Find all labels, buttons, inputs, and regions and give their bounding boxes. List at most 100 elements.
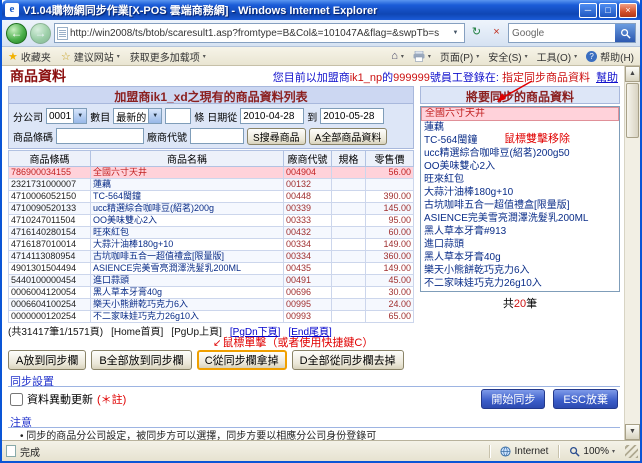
cell-name: TC-564閩鐘: [90, 190, 284, 203]
print-button[interactable]: ▾: [413, 50, 431, 62]
sync-list-item[interactable]: ASIENCE完美雪亮潤澤洗髮乳200ML: [421, 212, 619, 225]
all-products-button[interactable]: A全部商品資料: [308, 127, 388, 145]
cell-vendor: 00491: [283, 274, 332, 287]
table-row[interactable]: 4901301504494 ASIENCE完美雪亮潤澤洗髮乳200ML 00435 1…: [8, 262, 414, 275]
table-row[interactable]: 4710090520133 ucc精選綜合咖啡豆(紹茗)200g 00339 145.…: [8, 202, 414, 215]
resize-grip[interactable]: [625, 444, 638, 458]
scroll-up-button[interactable]: ▲: [625, 66, 640, 82]
title-bar[interactable]: e V1.04購物網同步作業[X-POS 雲端商務網] - Windows In…: [2, 0, 640, 20]
cell-vendor: 00339: [283, 202, 332, 215]
date-to-input[interactable]: [320, 108, 385, 124]
left-panel: 加盟商ik1_xd之現有的商品資料列表 分公司 0001 ▼ 數目 最新的 ▼ …: [8, 86, 414, 370]
search-input[interactable]: [509, 27, 615, 39]
cell-barcode: 786900034155: [8, 166, 91, 179]
url-input[interactable]: [70, 27, 447, 39]
vendor-input[interactable]: [190, 128, 244, 144]
table-row[interactable]: 4716187010014 大蒜汁油棒180g+10 00334 149.00: [8, 238, 414, 251]
sync-list-item[interactable]: 樂天小熊餅乾巧克力6入: [421, 264, 619, 277]
star-outline-icon: ☆: [60, 50, 71, 63]
help-menu[interactable]: ? 帮助(H): [586, 49, 634, 64]
sync-list-item[interactable]: 旺來紅包: [421, 173, 619, 186]
close-button[interactable]: ×: [619, 2, 637, 18]
cell-barcode: 4710006052150: [8, 190, 91, 203]
table-row[interactable]: 0000000120254 不二家味娃巧克力26g10入 00993 65.00: [8, 310, 414, 323]
help-link[interactable]: 幫助: [596, 72, 618, 84]
suggested-sites-button[interactable]: ☆ 建议网站 ▾: [61, 49, 120, 64]
branch-select[interactable]: 0001 ▼: [46, 108, 88, 124]
address-dropdown-icon[interactable]: ▼: [449, 30, 462, 36]
page-nav-item: [PgUp上頁]: [171, 326, 222, 338]
sync-list-item[interactable]: 進口蒜頭: [421, 238, 619, 251]
chevron-down-icon: ▼: [148, 109, 162, 123]
addons-button[interactable]: 获取更多加载项 ▾: [130, 49, 206, 64]
right-panel: 將要同步的商品資料 全國六寸天井 蓮藕 TC-564閩鐘 ucc精選綜合咖啡豆(紹茗)…: [420, 86, 620, 311]
refresh-button[interactable]: ↻: [468, 23, 485, 43]
ie-icon: e: [5, 3, 19, 17]
cell-name: OO美味雙心2入: [90, 214, 284, 227]
sync-list-title: 將要同步的商品資料: [420, 86, 620, 104]
cell-spec: [331, 166, 366, 179]
barcode-input[interactable]: [56, 128, 144, 144]
sync-list-item[interactable]: OO美味雙心2入: [421, 160, 619, 173]
table-row[interactable]: 4714113080954 古坑咖啡五合一超值禮盒[限量版] 00334 360.00: [8, 250, 414, 263]
safety-menu[interactable]: 安全(S) ▾: [488, 49, 527, 64]
sync-list-item[interactable]: 大蒜汁油棒180g+10: [421, 186, 619, 199]
table-row[interactable]: 4710006052150 TC-564閩鐘 00448 390.00: [8, 190, 414, 203]
chevron-down-icon: ▾: [476, 53, 480, 60]
product-list-title: 加盟商ik1_xd之現有的商品資料列表: [8, 86, 414, 104]
cell-price: [365, 178, 414, 191]
action-button-d[interactable]: D全部從同步欄去掉: [291, 350, 404, 370]
sync-list-item[interactable]: 不二家味娃巧克力26g10入: [421, 277, 619, 290]
date-from-input[interactable]: [240, 108, 305, 124]
sync-list-item[interactable]: 黑人草本牙膏40g: [421, 251, 619, 264]
count-select[interactable]: 最新的 ▼: [113, 108, 163, 124]
scroll-thumb[interactable]: [626, 83, 639, 138]
action-button-c[interactable]: C從同步欄拿掉: [196, 350, 287, 370]
data-update-checkbox[interactable]: [10, 392, 23, 406]
sync-list-item[interactable]: ucc精選綜合咖啡豆(紹茗)200g50: [421, 147, 619, 160]
page-menu[interactable]: 页面(P) ▾: [440, 49, 479, 64]
favorites-button[interactable]: ★ 收藏夹: [8, 49, 51, 64]
table-row[interactable]: 4710247011504 OO美味雙心2入 00333 95.00: [8, 214, 414, 227]
minimize-button[interactable]: ─: [579, 2, 597, 18]
page-nav-link[interactable]: [End尾頁]: [288, 323, 331, 338]
table-row[interactable]: 786900034155 全國六寸天井 004904 56.00: [8, 166, 414, 179]
action-button-a[interactable]: A放到同步欄: [8, 350, 87, 370]
content-area: 商品資料 您目前以加盟商ik1_np的999999號員工登錄在: 指定同步商品資…: [2, 66, 640, 440]
search-products-button[interactable]: S搜尋商品: [247, 127, 306, 145]
table-row[interactable]: 2321731000007 蓮藕 00132: [8, 178, 414, 191]
tools-menu[interactable]: 工具(O) ▾: [537, 49, 577, 64]
sync-list-item[interactable]: 古坑咖啡五合一超值禮盒[限量版]: [421, 199, 619, 212]
addons-label: 获取更多加载项: [129, 52, 200, 64]
scroll-down-button[interactable]: ▼: [625, 424, 640, 440]
sync-list-item[interactable]: 全國六寸天井: [421, 107, 619, 121]
stop-button[interactable]: ×: [488, 23, 505, 43]
zoom-control[interactable]: 100% ▾: [563, 446, 621, 457]
action-button-b[interactable]: B全部放到同步欄: [91, 350, 192, 370]
table-row[interactable]: 0006604100254 樂天小熊餅乾巧克力6入 00995 24.00: [8, 298, 414, 311]
chevron-down-icon: ▾: [427, 53, 431, 60]
table-row[interactable]: 4716140280154 旺來紅包 00432 60.00: [8, 226, 414, 239]
cell-vendor: 00333: [283, 214, 332, 227]
table-row[interactable]: 5440100000454 進口蒜頭 00491 45.00: [8, 274, 414, 287]
branch-value: 0001: [49, 110, 72, 122]
date-to-label: 到: [307, 112, 318, 124]
count-input[interactable]: [165, 108, 192, 124]
start-sync-button[interactable]: 開始同步: [481, 389, 546, 409]
back-button[interactable]: ←: [6, 22, 27, 44]
barcode-label: 商品條碼: [13, 132, 53, 144]
sync-list-item[interactable]: 黑人草本牙膏#913: [421, 225, 619, 238]
help-icon: ?: [586, 50, 598, 62]
vertical-scrollbar[interactable]: ▲ ▼: [624, 66, 640, 440]
cell-vendor: 00132: [283, 178, 332, 191]
security-zone: Internet: [494, 446, 554, 457]
table-row[interactable]: 0006004120054 黑人草本牙膏40g 00696 30.00: [8, 286, 414, 299]
maximize-button[interactable]: □: [599, 2, 617, 18]
esc-cancel-button[interactable]: ESC放棄: [553, 389, 618, 409]
column-header: 零售價: [365, 150, 414, 167]
page-nav-link[interactable]: [PgDn下頁]: [230, 323, 281, 338]
forward-button[interactable]: →: [30, 22, 51, 44]
cell-spec: [331, 178, 366, 191]
home-button[interactable]: ⌂ ▾: [391, 50, 404, 62]
search-go-button[interactable]: [615, 24, 635, 42]
